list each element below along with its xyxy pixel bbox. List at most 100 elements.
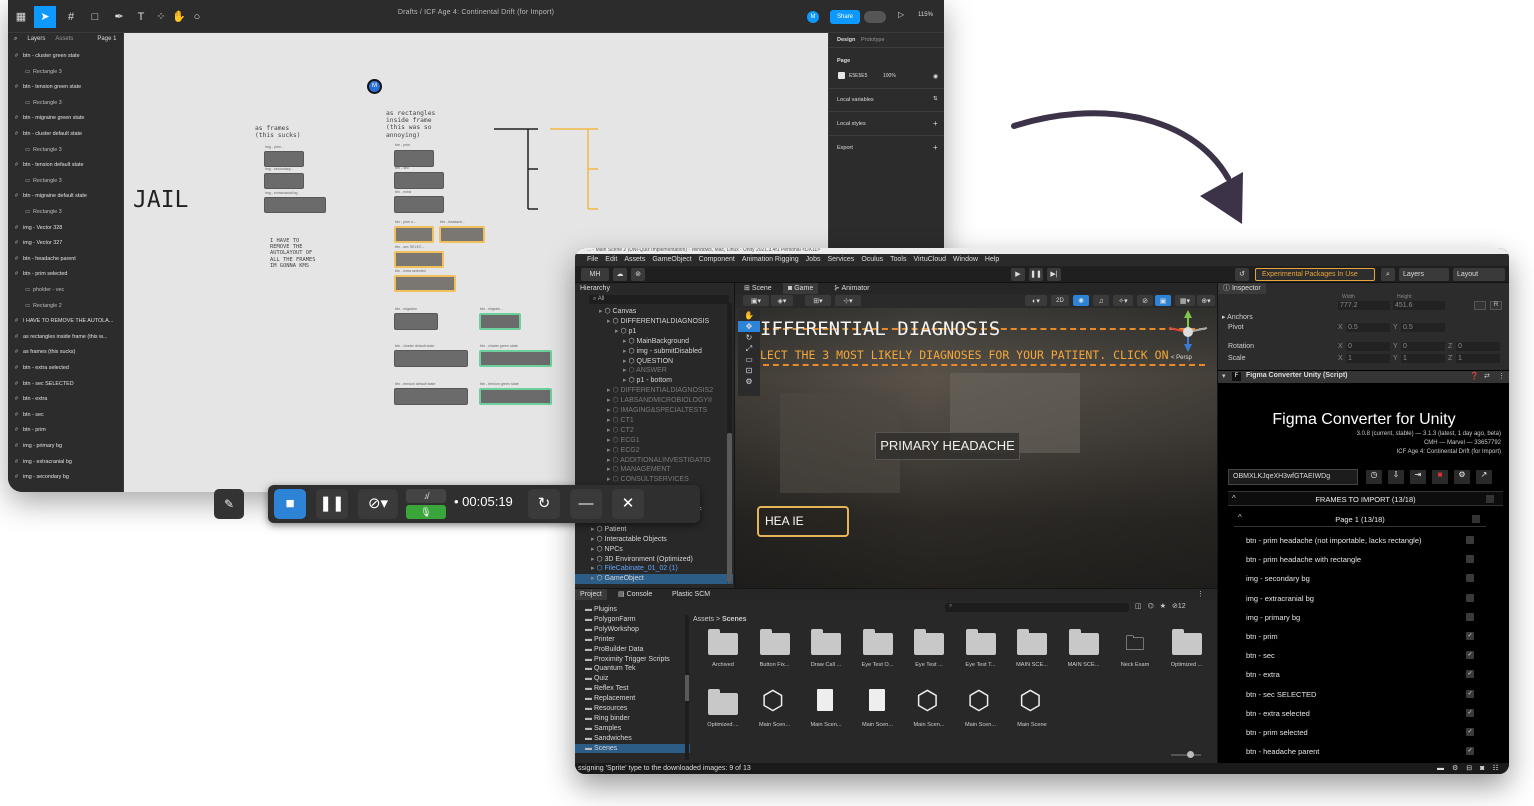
menu-item[interactable]: GameObject bbox=[652, 256, 691, 263]
hierarchy-item[interactable]: ▸ ⬡ QUESTION bbox=[575, 357, 733, 367]
hierarchy-item[interactable]: ▸ ⬡ ECG1 bbox=[575, 436, 733, 446]
width-field[interactable]: 777.2 bbox=[1338, 301, 1390, 310]
layer-item[interactable]: # btn - sec SELECTED bbox=[8, 377, 124, 393]
rect-btn-sec-selected[interactable] bbox=[394, 251, 444, 268]
menu-item[interactable]: Component bbox=[699, 256, 735, 263]
asset-item[interactable]: MAIN SCE... bbox=[1060, 625, 1108, 685]
zoom-level[interactable]: 115% bbox=[918, 12, 933, 18]
hierarchy-item[interactable]: ▸ ⬡ ANSWER bbox=[575, 366, 733, 376]
menu-item[interactable]: VirtuCloud bbox=[913, 256, 946, 263]
hierarchy-item[interactable]: ▸ ⬡ DIFFERENTIALDIAGNOSIS2 bbox=[575, 386, 733, 396]
hierarchy-item[interactable]: ▸ ⬡ CONSULTSERVICES bbox=[575, 475, 733, 485]
project-folder-item[interactable]: ▬ Printer bbox=[575, 635, 690, 645]
hand-tool-icon[interactable]: ✋ bbox=[738, 310, 760, 321]
project-folder-item[interactable]: ▬ ProBuilder Data bbox=[575, 645, 690, 655]
project-folder-item[interactable]: ▬ Reflex Test bbox=[575, 684, 690, 694]
status-message[interactable]: ssigning 'Sprite' type to the downloaded… bbox=[578, 765, 751, 772]
tab-assets[interactable]: Assets bbox=[55, 36, 73, 43]
frame-checkbox[interactable] bbox=[1466, 612, 1474, 621]
notification-icon[interactable]: ☷ bbox=[1492, 763, 1498, 774]
play-button-icon[interactable]: ▶ bbox=[1011, 268, 1025, 281]
layer-item[interactable]: ▭ Rectangle 3 bbox=[8, 205, 124, 221]
layer-item[interactable]: # btn - extra bbox=[8, 392, 124, 408]
menu-item[interactable]: Tools bbox=[890, 256, 906, 263]
hierarchy-item[interactable]: ▸ ⬡ Interactable Objects bbox=[575, 535, 733, 545]
tab-layers[interactable]: Layers bbox=[27, 36, 45, 43]
stop-icon[interactable]: ■ bbox=[1432, 470, 1448, 484]
snap-increment-dropdown[interactable]: ⊹▾ bbox=[835, 295, 861, 306]
settings-icon[interactable]: ⚙ bbox=[1454, 470, 1470, 484]
microphone-icon[interactable]: 🎙 bbox=[406, 505, 446, 519]
minimize-recorder-button[interactable]: — bbox=[570, 489, 602, 519]
hierarchy-item[interactable]: ▸ ⬡ GameObject bbox=[575, 574, 733, 585]
local-styles-label[interactable]: Local styles bbox=[837, 121, 866, 127]
hierarchy-item[interactable]: ▸ ⬡ p1 - bottom bbox=[575, 376, 733, 386]
rect-btn-extra-selected[interactable] bbox=[394, 275, 456, 292]
tab-plastic-scm[interactable]: Plastic SCM bbox=[667, 589, 715, 600]
frame-checkbox[interactable]: ✓ bbox=[1466, 708, 1474, 717]
frame-checkbox[interactable] bbox=[1466, 574, 1474, 583]
frame-row[interactable]: img - extracranial bg bbox=[1246, 589, 1496, 608]
tab-scene[interactable]: ⊞ Scene bbox=[739, 283, 777, 294]
layer-item[interactable]: # img - Vector 328 bbox=[8, 221, 124, 237]
rect-btn-prim-selected[interactable] bbox=[394, 226, 434, 243]
draw-mode-dropdown[interactable]: ▣▾ bbox=[743, 295, 769, 306]
project-search[interactable]: ⌕ bbox=[945, 603, 1129, 612]
scale-tool-icon[interactable]: ⤢ bbox=[738, 343, 760, 354]
search-icon[interactable]: ⌕ bbox=[1381, 268, 1395, 281]
effects-dropdown[interactable]: ✧▾ bbox=[1113, 295, 1133, 306]
scale-y-field[interactable]: 1 bbox=[1401, 354, 1445, 363]
page-select-all-checkbox[interactable] bbox=[1472, 515, 1480, 523]
help-icon[interactable]: ❓ bbox=[1470, 372, 1479, 380]
raw-edit-toggle[interactable]: R bbox=[1490, 301, 1502, 310]
frame-checkbox[interactable] bbox=[1466, 593, 1474, 602]
frame-checkbox[interactable]: ✓ bbox=[1466, 689, 1474, 698]
page-opacity-value[interactable]: 100% bbox=[883, 73, 896, 79]
grid-snap-dropdown[interactable]: ⊞▾ bbox=[805, 295, 831, 306]
asset-item[interactable]: Button Fix... bbox=[751, 625, 799, 685]
lighting-toggle-icon[interactable]: ✺ bbox=[1073, 295, 1089, 306]
frame-row[interactable]: img - secondary bg bbox=[1246, 569, 1496, 588]
scale-z-field[interactable]: 1 bbox=[1456, 354, 1500, 363]
project-folder-item[interactable]: ▬ Replacement bbox=[575, 694, 690, 704]
rect-btn-migraine[interactable] bbox=[394, 313, 438, 330]
hierarchy-item[interactable]: ▸ ⬡ ECG2 bbox=[575, 446, 733, 456]
custom-tool-icon[interactable]: ⚙ bbox=[738, 376, 760, 387]
hierarchy-item[interactable]: ▸ ⬡ CT1 bbox=[575, 416, 733, 426]
favorite-icon[interactable]: ★ bbox=[1160, 602, 1166, 610]
rotation-x-field[interactable]: 0 bbox=[1346, 342, 1390, 351]
layer-item[interactable]: ▭ Rectangle 3 bbox=[8, 65, 124, 81]
project-folder-item[interactable]: ▬ Quiz bbox=[575, 674, 690, 684]
layers-dropdown[interactable]: Layers bbox=[1399, 268, 1449, 281]
project-folder-item[interactable]: ▬ Scenes bbox=[575, 743, 690, 754]
layer-item[interactable]: # btn - tension green state bbox=[8, 80, 124, 96]
asset-item[interactable]: Eye Test O... bbox=[854, 625, 902, 685]
preset-icon[interactable]: ⇄ bbox=[1484, 372, 1490, 380]
rect-btn-cluster-green[interactable] bbox=[479, 350, 552, 367]
pivot-y-field[interactable]: 0.5 bbox=[1401, 323, 1445, 332]
icon-size-slider[interactable] bbox=[1171, 751, 1201, 758]
hierarchy-scrollbar[interactable] bbox=[727, 303, 732, 583]
rect-tool-icon[interactable]: ▭ bbox=[738, 354, 760, 365]
page-color-value[interactable]: E5E5E5 bbox=[849, 73, 867, 79]
tab-prototype[interactable]: Prototype bbox=[861, 37, 885, 43]
annotate-icon[interactable]: ✎ bbox=[214, 489, 244, 519]
layer-item[interactable]: # btn - migraine green state bbox=[8, 111, 124, 127]
project-folder-item[interactable]: ▬ Quantum Tek bbox=[575, 664, 690, 674]
rotation-y-field[interactable]: 0 bbox=[1401, 342, 1445, 351]
panel-menu-icon[interactable]: ⋮ bbox=[1197, 590, 1204, 598]
rect-btn-sec[interactable] bbox=[394, 172, 444, 189]
layer-item[interactable]: ▭ Rectangle 3 bbox=[8, 96, 124, 112]
frame-row[interactable]: btn - sec ✓ bbox=[1246, 646, 1496, 665]
asset-item[interactable]: Main Scen... bbox=[802, 685, 850, 745]
local-variables-label[interactable]: Local variables bbox=[837, 97, 874, 103]
pivot-x-field[interactable]: 0.5 bbox=[1346, 323, 1390, 332]
layer-item[interactable]: # btn - prim bbox=[8, 423, 124, 439]
asset-item[interactable]: Optimized ... bbox=[699, 685, 747, 745]
tools-dropdown[interactable]: ▦▾ bbox=[1175, 295, 1195, 306]
frame-row[interactable]: btn - sec SELECTED ✓ bbox=[1246, 685, 1496, 704]
audio-toggle-icon[interactable]: ♫ bbox=[1093, 295, 1109, 306]
export-label[interactable]: Export bbox=[837, 145, 853, 151]
transform-tool-icon[interactable]: ⊡ bbox=[738, 365, 760, 376]
layer-item[interactable]: # img - primary bg bbox=[8, 439, 124, 455]
